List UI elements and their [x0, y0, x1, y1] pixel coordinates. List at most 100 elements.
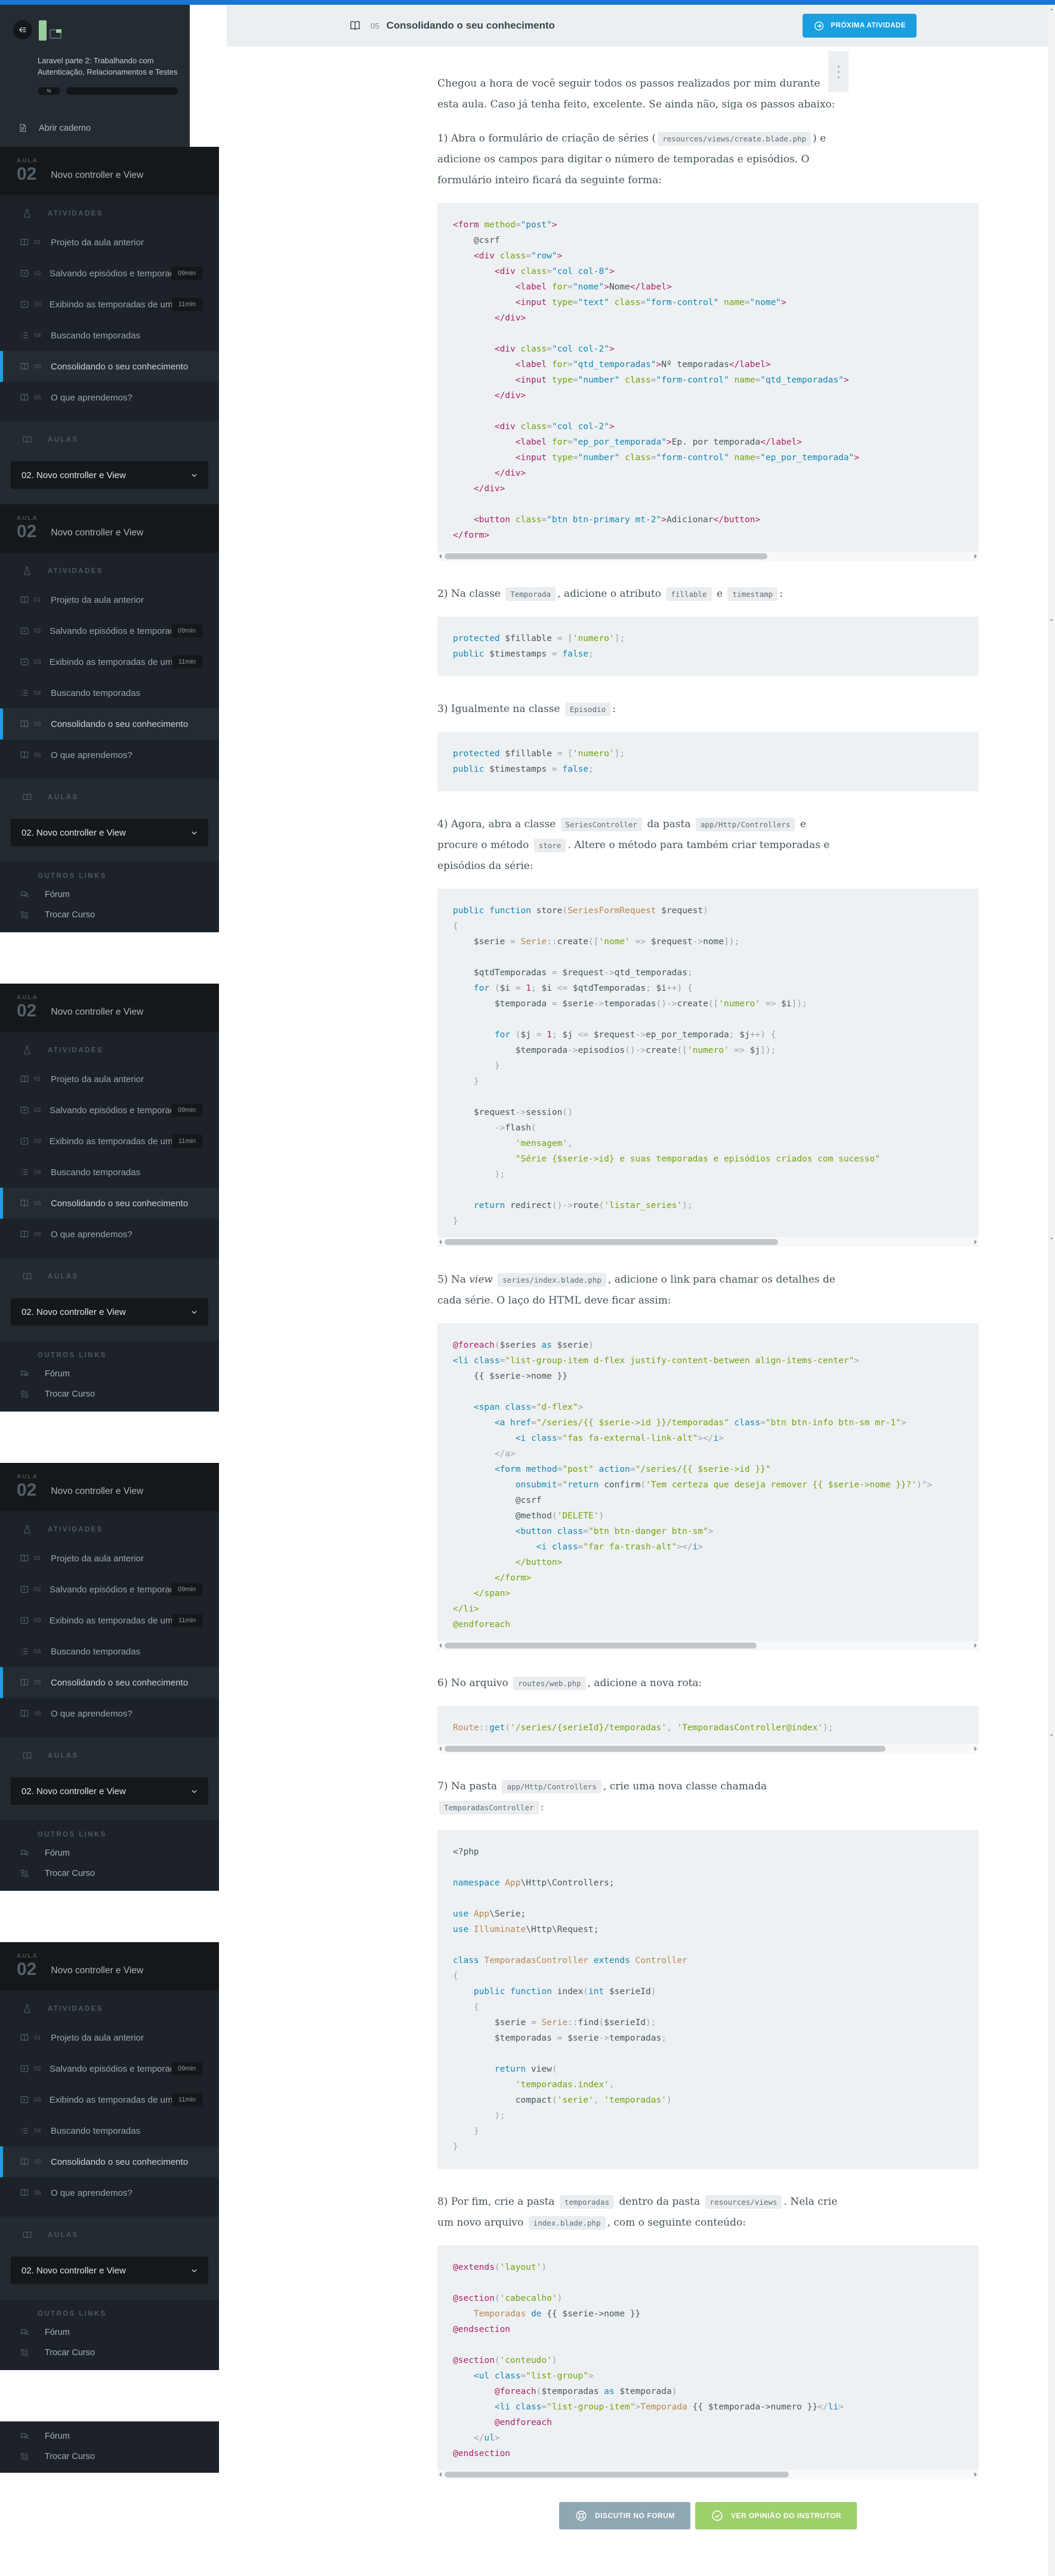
code-block: @foreach($series as $serie) <li class="li…	[437, 1323, 979, 1650]
activity-item-05[interactable]: 05 Consolidando o seu conhecimento	[0, 1667, 219, 1698]
activity-label: Exibindo as temporadas de uma ...	[49, 1615, 172, 1626]
scroll-right-arrow[interactable]	[974, 1240, 977, 1244]
activity-item-04[interactable]: 04 Buscando temporadas	[0, 1636, 219, 1667]
scrollbar-thumb[interactable]	[445, 1239, 778, 1245]
activity-number: 02	[34, 1107, 41, 1114]
scroll-down-arrow[interactable]	[1050, 1734, 1053, 1736]
code-line: namespace App\Http\Controllers;	[453, 1878, 615, 1888]
scrollbar-thumb[interactable]	[445, 553, 767, 559]
next-activity-button[interactable]: PRÓXIMA ATIVIDADE	[803, 14, 917, 38]
lesson-select-dropdown[interactable]: 02. Novo controller e View	[11, 819, 208, 846]
activity-item-03[interactable]: 03 Exibindo as temporadas de uma ...11min	[0, 1605, 219, 1636]
activity-item-05[interactable]: 05 Consolidando o seu conhecimento	[0, 708, 219, 739]
code-horizontal-scrollbar[interactable]	[437, 1237, 979, 1247]
sidebar-link-label: Fórum	[45, 890, 70, 899]
sidebar-link-forum[interactable]: Fórum	[0, 2322, 219, 2343]
code-line: <div class="col col-8">	[453, 267, 615, 276]
lesson-select-dropdown[interactable]: 02. Novo controller e View	[11, 2257, 208, 2284]
activity-item-05[interactable]: 05 Consolidando o seu conhecimento	[0, 2146, 219, 2177]
scroll-down-arrow[interactable]	[1050, 1238, 1053, 1240]
activity-number: 05	[34, 720, 41, 728]
activity-item-06[interactable]: 06 O que aprendemos?	[0, 382, 219, 413]
code-line: @section('conteudo')	[453, 2356, 557, 2365]
sidebar-link-forum[interactable]: Fórum	[0, 885, 219, 905]
activity-item-02[interactable]: 02 Salvando episódios e temporadas 09min	[0, 258, 219, 289]
code-block: protected $fillable = ['numero']; public …	[437, 732, 979, 791]
sidebar-link-label: Fórum	[45, 2432, 70, 2441]
scrollbar-thumb[interactable]	[445, 1643, 757, 1648]
activity-item-03[interactable]: 03 Exibindo as temporadas de uma ...11min	[0, 1126, 219, 1157]
sidebar-link-forum[interactable]: Fórum	[0, 1843, 219, 1863]
activity-item-02[interactable]: 02 Salvando episódios e temporadas 09min	[0, 615, 219, 646]
sidebar-link-trocar-curso[interactable]: Trocar Curso	[0, 1863, 219, 1884]
code-horizontal-scrollbar[interactable]	[437, 2470, 979, 2479]
sidebar-link-trocar-curso[interactable]: Trocar Curso	[0, 2446, 219, 2467]
scroll-up-arrow[interactable]	[1050, 8, 1053, 10]
lesson-select-dropdown[interactable]: 02. Novo controller e View	[11, 1298, 208, 1326]
activity-item-02[interactable]: 02 Salvando episódios e temporadas 09min	[0, 1095, 219, 1126]
scroll-down-arrow[interactable]	[1050, 620, 1053, 621]
activity-item-01[interactable]: 01 Projeto da aula anterior	[0, 2022, 219, 2053]
activity-label: Buscando temporadas	[51, 688, 141, 698]
activity-item-04[interactable]: 04 Buscando temporadas	[0, 677, 219, 708]
activity-item-06[interactable]: 06 O que aprendemos?	[0, 1698, 219, 1729]
code-horizontal-scrollbar[interactable]	[437, 1641, 979, 1650]
activity-item-03[interactable]: 03 Exibindo as temporadas de uma ...11min	[0, 646, 219, 677]
bookopen-icon	[22, 1751, 32, 1761]
activity-item-01[interactable]: 01 Projeto da aula anterior	[0, 584, 219, 615]
code-horizontal-scrollbar[interactable]	[437, 551, 979, 561]
activity-item-01[interactable]: 01 Projeto da aula anterior	[0, 1543, 219, 1574]
lesson-select-dropdown[interactable]: 02. Novo controller e View	[11, 1777, 208, 1805]
activity-item-06[interactable]: 06 O que aprendemos?	[0, 2177, 219, 2208]
activity-item-05[interactable]: 05 Consolidando o seu conhecimento	[0, 1188, 219, 1219]
step-paragraph: 2) Na classe Temporada, adicione o atrib…	[437, 587, 783, 601]
scroll-left-arrow[interactable]	[439, 2472, 442, 2477]
activity-item-03[interactable]: 03 Exibindo as temporadas de uma ...11min	[0, 289, 219, 320]
activity-number: 02	[34, 1586, 41, 1593]
scroll-left-arrow[interactable]	[439, 554, 442, 559]
scroll-right-arrow[interactable]	[974, 2472, 977, 2477]
code-horizontal-scrollbar[interactable]	[437, 1744, 979, 1754]
sidebar-link-trocar-curso[interactable]: Trocar Curso	[0, 1384, 219, 1404]
lesson-select-dropdown[interactable]: 02. Novo controller e View	[11, 461, 208, 489]
activity-item-05[interactable]: 05 Consolidando o seu conhecimento	[0, 351, 219, 382]
activity-item-04[interactable]: 04 Buscando temporadas	[0, 2115, 219, 2146]
scroll-left-arrow[interactable]	[439, 1746, 442, 1751]
activity-number: 05	[34, 1679, 41, 1686]
scroll-left-arrow[interactable]	[439, 1240, 442, 1244]
collapse-sidebar-button[interactable]	[13, 20, 32, 39]
grid-icon	[20, 1389, 29, 1399]
activity-item-04[interactable]: 04 Buscando temporadas	[0, 1157, 219, 1188]
activity-item-06[interactable]: 06 O que aprendemos?	[0, 1219, 219, 1250]
sidebar-link-trocar-curso[interactable]: Trocar Curso	[0, 2343, 219, 2363]
scrollbar-thumb[interactable]	[445, 1746, 886, 1752]
code-line: <button class="btn btn-danger btn-sm">	[453, 1527, 714, 1536]
duration-badge: 11min	[171, 655, 202, 668]
activity-item-04[interactable]: 04 Buscando temporadas	[0, 320, 219, 351]
scroll-right-arrow[interactable]	[974, 1643, 977, 1648]
activity-label: Projeto da aula anterior	[51, 1074, 144, 1084]
activity-item-01[interactable]: 01 Projeto da aula anterior	[0, 227, 219, 258]
scroll-right-arrow[interactable]	[974, 554, 977, 559]
page-scrollbar[interactable]	[1048, 5, 1055, 2576]
aulas-header: AULAS	[0, 2230, 219, 2248]
instructor-opinion-button[interactable]: VER OPINIÃO DO INSTRUTOR	[695, 2502, 857, 2529]
activity-item-01[interactable]: 01 Projeto da aula anterior	[0, 1064, 219, 1095]
other-links-block: OUTROS LINKS Fórum Trocar Curso	[0, 1341, 219, 1412]
activity-item-02[interactable]: 02 Salvando episódios e temporadas 09min	[0, 2053, 219, 2084]
activity-item-02[interactable]: 02 Salvando episódios e temporadas 09min	[0, 1574, 219, 1605]
sidebar-link-trocar-curso[interactable]: Trocar Curso	[0, 905, 219, 925]
scrollbar-thumb[interactable]	[445, 2472, 789, 2478]
inline-code: routes/web.php	[513, 1677, 586, 1690]
open-notebook-link[interactable]: Abrir caderno	[18, 122, 178, 134]
scroll-left-arrow[interactable]	[439, 1643, 442, 1648]
activity-item-06[interactable]: 06 O que aprendemos?	[0, 739, 219, 771]
sidebar-link-forum[interactable]: Fórum	[0, 2426, 219, 2446]
discuss-forum-button[interactable]: DISCUTIR NO FORUM	[559, 2502, 690, 2529]
sidebar-link-label: Trocar Curso	[45, 1869, 95, 1878]
sidebar-link-forum[interactable]: Fórum	[0, 1364, 219, 1384]
scroll-right-arrow[interactable]	[974, 1746, 977, 1751]
activity-item-03[interactable]: 03 Exibindo as temporadas de uma ...11min	[0, 2084, 219, 2115]
